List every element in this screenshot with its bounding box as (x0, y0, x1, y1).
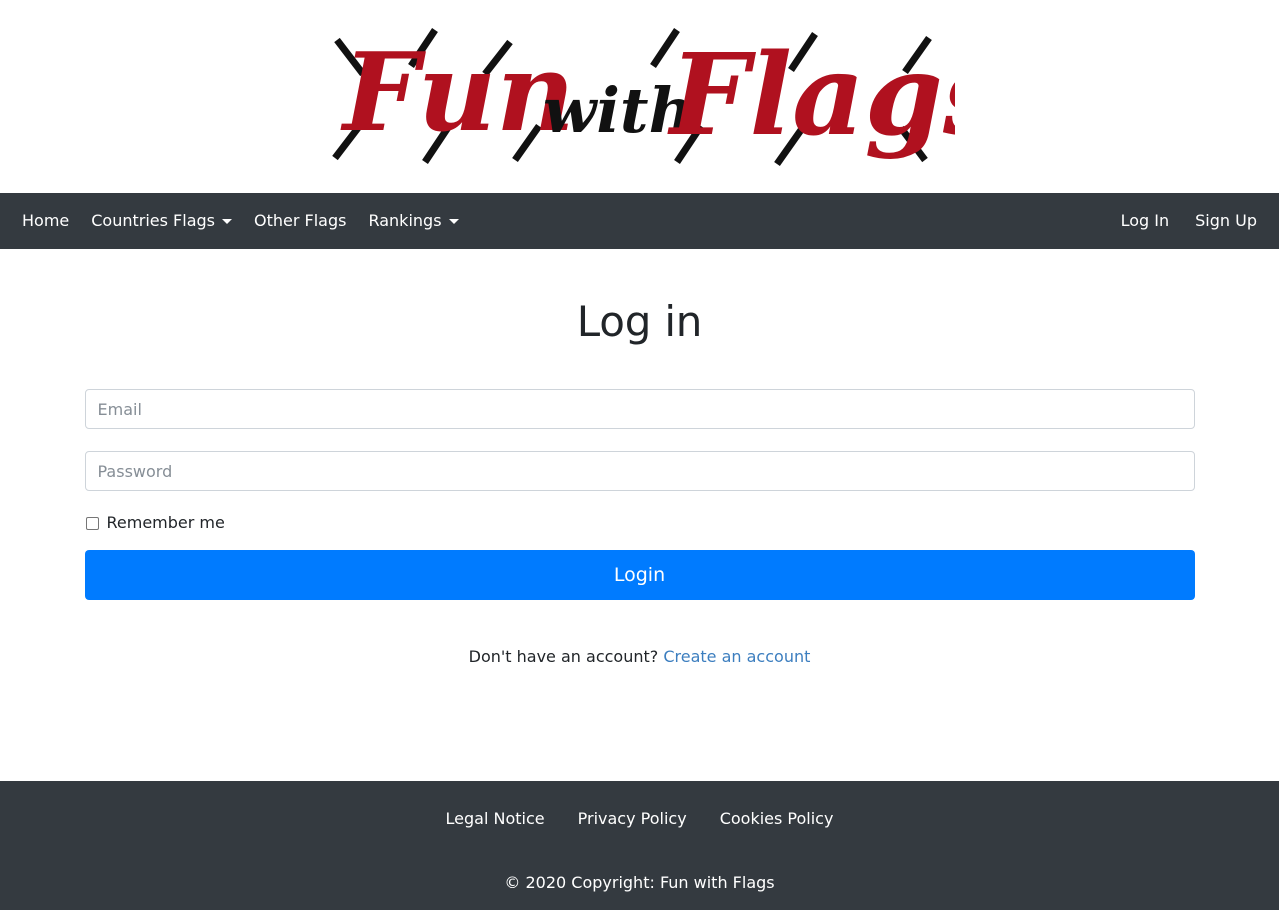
password-field[interactable] (84, 451, 1195, 491)
logo-text-fun: Fun (340, 30, 575, 156)
create-account-link[interactable]: Create an account (663, 647, 810, 666)
signup-prompt-text: Don't have an account? (468, 647, 659, 666)
main-content: Log in Remember me Login Don't have an a… (0, 249, 1279, 781)
email-field[interactable] (84, 389, 1195, 429)
footer-link-cookies-policy[interactable]: Cookies Policy (720, 808, 834, 830)
nav-item-countries-flags[interactable]: Countries Flags (91, 203, 244, 239)
nav-item-label: Countries Flags (91, 211, 215, 230)
chevron-down-icon (222, 218, 232, 224)
nav-item-label: Sign Up (1195, 211, 1257, 230)
footer-link-legal-notice[interactable]: Legal Notice (446, 808, 545, 830)
nav-item-home[interactable]: Home (22, 203, 81, 239)
nav-item-label: Home (22, 211, 70, 230)
login-button[interactable]: Login (84, 550, 1195, 600)
nav-item-log-in[interactable]: Log In (1121, 203, 1170, 239)
nav-item-sign-up[interactable]: Sign Up (1195, 203, 1257, 239)
navbar-left-group: Home Countries Flags Other Flags Ranking… (22, 203, 1095, 239)
footer-links: Legal Notice Privacy Policy Cookies Poli… (0, 808, 1279, 830)
site-logo[interactable]: Fun with Flags (325, 12, 955, 182)
nav-item-label: Other Flags (254, 211, 347, 230)
page-title: Log in (576, 297, 703, 346)
page-root: Fun with Flags Home Countries Flags Othe… (0, 0, 1279, 910)
site-footer: Legal Notice Privacy Policy Cookies Poli… (0, 781, 1279, 910)
remember-me-label: Remember me (106, 513, 225, 532)
site-header: Fun with Flags (0, 0, 1279, 193)
nav-item-rankings[interactable]: Rankings (368, 203, 470, 239)
chevron-down-icon (448, 218, 459, 224)
navbar-right-group: Log In Sign Up (1095, 203, 1257, 239)
main-navbar: Home Countries Flags Other Flags Ranking… (0, 193, 1279, 249)
login-form: Remember me Login (84, 389, 1195, 600)
login-container: Log in Remember me Login Don't have an a… (84, 249, 1195, 668)
signup-prompt-line: Don't have an account? Create an account (85, 646, 1195, 668)
logo-text-flags: Flags (667, 30, 955, 161)
nav-item-label: Log In (1120, 211, 1170, 230)
nav-item-label: Rankings (368, 211, 442, 230)
nav-item-other-flags[interactable]: Other Flags (254, 203, 358, 239)
footer-copyright: © 2020 Copyright: Fun with Flags (504, 873, 775, 892)
remember-me-row: Remember me (85, 513, 1195, 533)
logo-artwork: Fun with Flags (331, 27, 955, 166)
remember-me-checkbox[interactable] (85, 516, 99, 530)
footer-link-privacy-policy[interactable]: Privacy Policy (578, 808, 687, 830)
